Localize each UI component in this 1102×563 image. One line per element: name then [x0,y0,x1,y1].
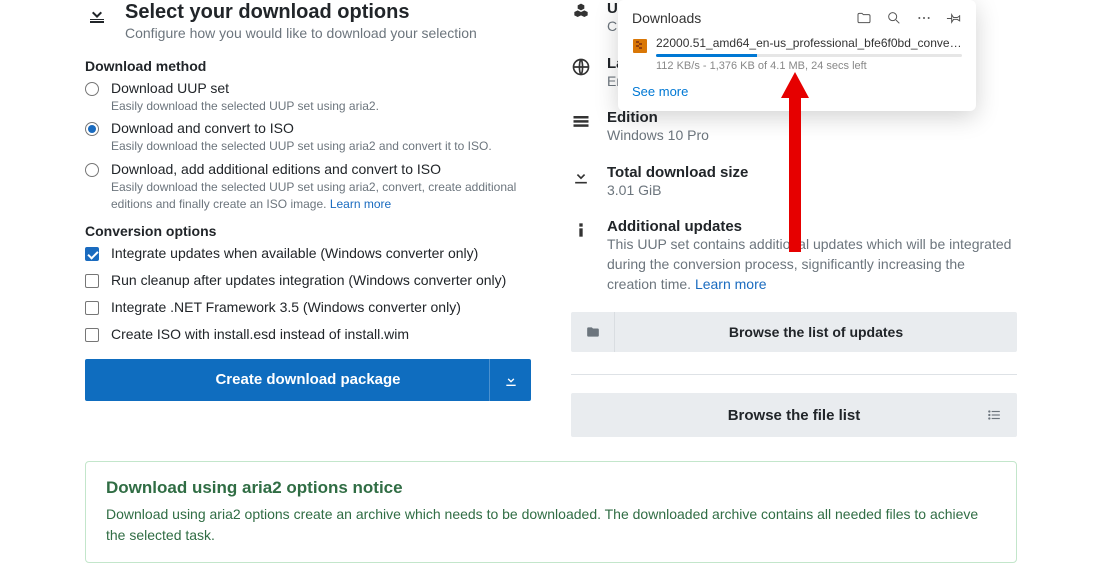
checkbox-icon [85,328,99,342]
radio-icon [85,122,99,136]
download-icon [85,0,111,44]
info-additional-updates: Additional updates This UUP set contains… [571,218,1017,294]
checkbox-run-cleanup[interactable]: Run cleanup after updates integration (W… [85,272,531,293]
download-status: 112 KB/s - 1,376 KB of 4.1 MB, 24 secs l… [656,60,962,72]
disc-icon [571,109,593,131]
download-progress [656,54,962,57]
radio-download-convert-iso[interactable]: Download and convert to ISO Easily downl… [85,120,531,155]
checkbox-icon [85,301,99,315]
page-title: Select your download options [125,0,477,24]
radio-icon [85,82,99,96]
download-method-heading: Download method [85,58,531,74]
downloads-popup-title: Downloads [632,10,701,26]
download-filename: 22000.51_amd64_en-us_professional_bfe6f0… [656,36,962,50]
create-download-package-button[interactable]: Create download package [85,359,531,401]
cubes-icon [571,0,593,22]
pin-icon[interactable] [946,10,962,26]
checkbox-integrate-updates[interactable]: Integrate updates when available (Window… [85,245,531,266]
open-folder-icon[interactable] [856,10,872,26]
radio-download-uup[interactable]: Download UUP set Easily download the sel… [85,80,531,115]
browse-file-list-button[interactable]: Browse the file list [571,393,1017,437]
radio-download-additional-editions[interactable]: Download, add additional editions and co… [85,161,531,213]
download-item[interactable]: 22000.51_amd64_en-us_professional_bfe6f0… [632,36,962,72]
radio-icon [85,163,99,177]
more-icon[interactable] [916,10,932,26]
download-size-icon [571,164,593,186]
info-edition: Edition Windows 10 Pro [571,109,1017,146]
download-icon [489,359,531,401]
checkbox-icon [85,274,99,288]
notice-title: Download using aria2 options notice [106,478,996,498]
info-icon [571,218,593,240]
list-icon [971,393,1017,437]
folder-icon [571,312,615,352]
see-more-link[interactable]: See more [632,84,962,99]
search-icon[interactable] [886,10,902,26]
learn-more-link[interactable]: Learn more [695,276,767,292]
checkbox-icon [85,247,99,261]
globe-icon [571,55,593,77]
checkbox-integrate-net[interactable]: Integrate .NET Framework 3.5 (Windows co… [85,299,531,320]
downloads-popup: Downloads 22000.51_amd64_en-us_professio… [618,0,976,111]
browse-updates-button[interactable]: Browse the list of updates [571,312,1017,352]
section-header: Select your download options Configure h… [85,0,531,44]
page-subtitle: Configure how you would like to download… [125,24,477,44]
notice-body: Download using aria2 options create an a… [106,504,996,546]
aria2-notice: Download using aria2 options notice Down… [85,461,1017,563]
archive-file-icon [632,38,648,54]
learn-more-link[interactable]: Learn more [330,197,391,211]
conversion-options-heading: Conversion options [85,223,531,239]
info-size: Total download size 3.01 GiB [571,164,1017,201]
checkbox-create-esd[interactable]: Create ISO with install.esd instead of i… [85,326,531,347]
